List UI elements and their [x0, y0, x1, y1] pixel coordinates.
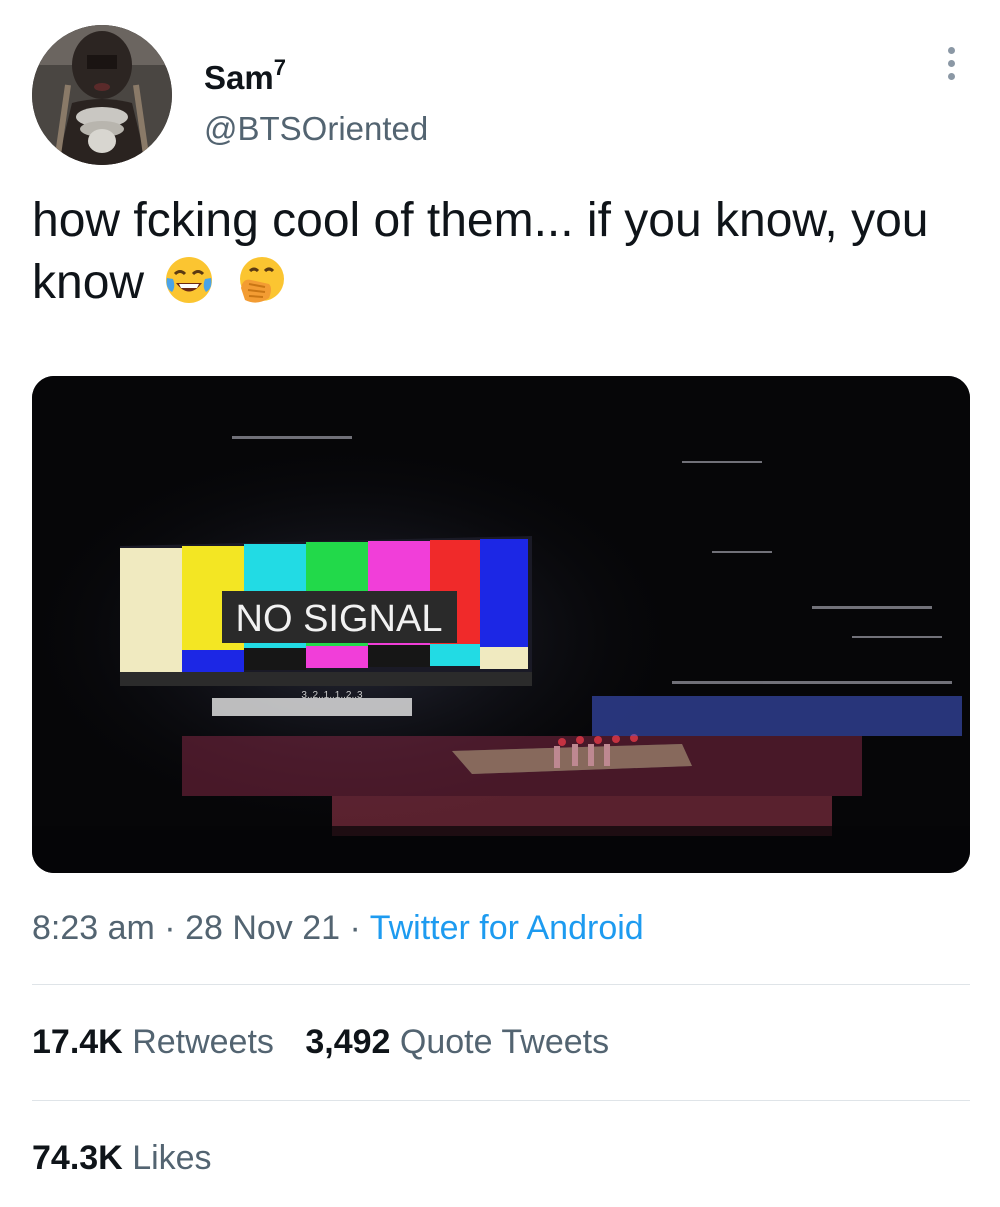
meta-separator: · — [154, 909, 186, 947]
face-with-hand-over-mouth-icon — [235, 254, 287, 306]
tweet-source-link[interactable]: Twitter for Android — [370, 909, 644, 947]
tweet-header: Sam7 @BTSOriented — [32, 25, 972, 165]
likes-count: 74.3K — [32, 1139, 123, 1177]
tweet-date[interactable]: 28 Nov 21 — [185, 909, 340, 947]
quote-tweets-count: 3,492 — [305, 1023, 391, 1061]
face-with-tears-of-joy-icon — [163, 254, 215, 306]
no-signal-text: NO SIGNAL — [236, 598, 443, 640]
user-handle[interactable]: @BTSOriented — [204, 107, 428, 151]
engagement-stats: 17.4K Retweets 3,492 Quote Tweets — [32, 1018, 631, 1066]
divider — [32, 984, 970, 985]
retweets-label: Retweets — [132, 1023, 274, 1061]
quote-tweets-stat[interactable]: 3,492 Quote Tweets — [305, 1018, 609, 1066]
tweet-time[interactable]: 8:23 am — [32, 909, 155, 947]
likes-stat[interactable]: 74.3K Likes — [32, 1134, 212, 1182]
tweet-media-image[interactable]: NO SIGNAL 3..2..1..1..2..3 — [32, 376, 970, 873]
retweets-stat[interactable]: 17.4K Retweets — [32, 1018, 274, 1066]
tweet-meta: 8:23 am · 28 Nov 21 · Twitter for Androi… — [32, 906, 644, 950]
meta-separator: · — [340, 909, 370, 947]
concert-photo: NO SIGNAL 3..2..1..1..2..3 — [32, 376, 970, 873]
tweet-text: how fcking cool of them... if you know, … — [32, 190, 962, 314]
more-options-icon[interactable] — [946, 47, 956, 87]
avatar-image — [32, 25, 172, 165]
quote-tweets-label: Quote Tweets — [399, 1023, 610, 1061]
retweets-count: 17.4K — [32, 1023, 123, 1061]
display-name[interactable]: Sam7 — [204, 47, 428, 99]
likes-label: Likes — [132, 1139, 212, 1177]
divider — [32, 1100, 970, 1101]
avatar[interactable] — [32, 25, 172, 165]
